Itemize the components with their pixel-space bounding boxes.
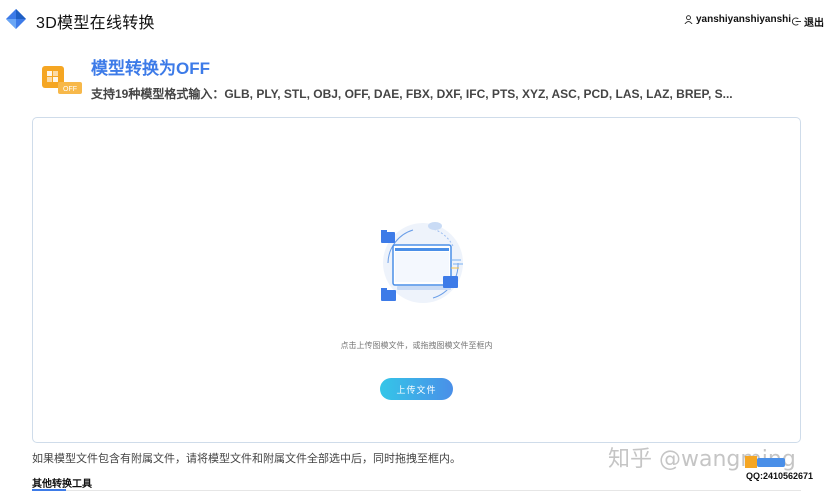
- logout-button[interactable]: 退出: [792, 14, 824, 29]
- attachment-notice: 如果模型文件包含有附属文件，请将模型文件和附属文件全部选中后，同时拖拽至框内。: [32, 453, 461, 465]
- other-tools-underline: [32, 489, 66, 491]
- upload-file-button[interactable]: 上传文件: [380, 378, 453, 400]
- upload-hint: 点击上传图模文件，或拖拽图模文件至框内: [340, 341, 493, 350]
- off-format-icon: OFF: [42, 66, 82, 94]
- other-tools-heading[interactable]: 其他转换工具: [32, 475, 92, 490]
- watermark-qq: QQ:2410562671: [746, 471, 814, 481]
- top-bar: 3D模型在线转换 yanshiyanshiyanshi 退出: [0, 0, 829, 40]
- off-badge-text: OFF: [63, 86, 77, 93]
- upload-illustration-icon: [381, 222, 463, 303]
- logout-label: 退出: [804, 18, 824, 29]
- page-title: 模型转换为OFF: [91, 59, 210, 78]
- app-logo-icon[interactable]: [6, 9, 26, 29]
- section-divider: [32, 490, 801, 491]
- user-icon: [684, 15, 693, 24]
- user-menu[interactable]: yanshiyanshiyanshi: [684, 14, 791, 25]
- app-title[interactable]: 3D模型在线转换: [36, 9, 155, 33]
- upload-dropzone[interactable]: 点击上传图模文件，或拖拽图模文件至框内 上传文件: [32, 117, 801, 443]
- watermark-logo-icon: [745, 456, 785, 468]
- logout-icon: [792, 17, 801, 26]
- username-label: yanshiyanshiyanshi: [696, 14, 792, 25]
- supported-formats-text: 支持19种模型格式输入：GLB, PLY, STL, OBJ, OFF, DAE…: [91, 87, 733, 101]
